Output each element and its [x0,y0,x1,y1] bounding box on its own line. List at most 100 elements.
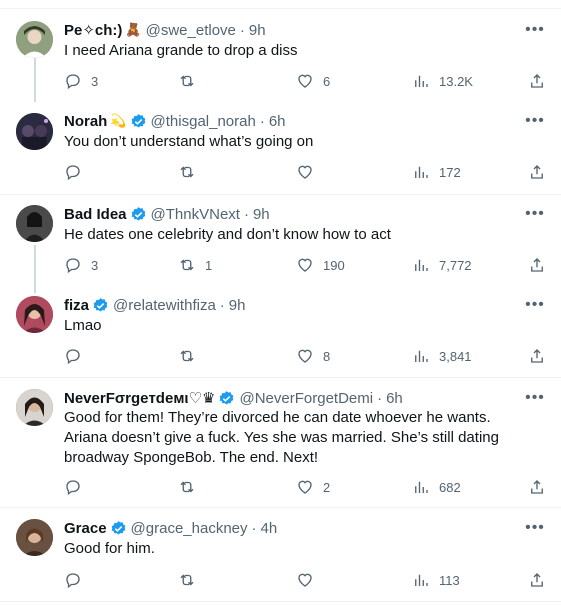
reply-button[interactable]: 3 [64,255,98,275]
retweet-button[interactable] [178,570,205,590]
like-button[interactable]: 8 [296,346,330,366]
more-icon[interactable]: ••• [525,111,545,131]
separator-dot: · [243,205,249,223]
user-handle[interactable]: @ThnkVNext [151,206,240,223]
name-emoji: 🧸 [125,22,142,37]
user-handle[interactable]: @NeverForgetDemi [239,390,373,407]
views-icon [415,481,428,493]
user-handle[interactable]: @swe_etlove [146,22,236,39]
display-name[interactable]: Pe✧ch:) [64,21,122,39]
retweet-button[interactable] [178,477,205,497]
timestamp[interactable]: 6h [386,390,403,407]
user-handle[interactable]: @thisgal_norah [151,113,256,130]
tweet-text: Good for him. [64,540,155,557]
like-count: 6 [323,73,331,89]
share-icon [531,480,543,494]
thread-line [34,58,36,102]
heart-icon [298,573,312,587]
views-button[interactable]: 113 [412,570,460,590]
retweet-icon [180,574,194,586]
display-name[interactable]: Bad Idea [64,206,127,223]
reply-button[interactable] [64,477,91,497]
reply-icon [66,573,80,589]
share-button[interactable] [528,162,546,182]
retweet-button[interactable]: 1 [178,255,212,275]
tweet-actions: 8 3,841 [56,346,556,366]
divider [0,377,561,378]
reply-icon [66,349,80,365]
separator-dot: · [251,519,257,537]
avatar[interactable] [16,21,53,58]
like-button[interactable]: 6 [296,71,330,91]
share-icon [531,258,543,272]
display-name[interactable]: Norah [64,113,107,130]
share-button[interactable] [528,477,546,497]
share-button[interactable] [528,71,546,91]
share-button[interactable] [528,255,546,275]
views-button[interactable]: 7,772 [412,255,472,275]
heart-icon [298,74,312,88]
tweet-header: Norah 💫 @thisgal_norah · 6h [64,111,286,131]
reply-icon [66,165,80,181]
like-button[interactable] [296,162,323,182]
retweet-count: 1 [205,257,213,273]
like-count: 8 [323,348,331,364]
avatar[interactable] [16,389,53,426]
tweet-header: Grace @grace_hackney · 4h [64,518,277,538]
views-button[interactable]: 682 [412,477,461,497]
display-name[interactable]: Grace [64,520,107,537]
reply-count: 3 [91,257,99,273]
reply-button[interactable]: 3 [64,71,98,91]
share-button[interactable] [528,346,546,366]
more-icon[interactable]: ••• [525,388,545,408]
more-icon[interactable]: ••• [525,518,545,538]
timestamp[interactable]: 6h [269,113,286,130]
timestamp[interactable]: 9h [229,297,246,314]
display-name[interactable]: fiza [64,297,89,314]
tweet-header: Bad Idea @ThnkVNext · 9h [64,204,270,224]
separator-dot: · [259,112,265,130]
tweet-text: Good for them! They’re divorced he can d… [64,409,499,466]
avatar[interactable] [16,113,53,150]
reply-button[interactable] [64,570,91,590]
like-button[interactable]: 2 [296,477,330,497]
heart-icon [298,480,312,494]
views-icon [415,166,428,178]
heart-icon [298,165,312,179]
views-icon [415,350,428,362]
avatar[interactable] [16,519,53,556]
like-button[interactable] [296,570,323,590]
retweet-button[interactable] [178,162,205,182]
views-button[interactable]: 172 [412,162,461,182]
user-handle[interactable]: @relatewithfiza [113,297,216,314]
verified-badge-icon [131,206,145,221]
thread-line [34,245,36,293]
timestamp[interactable]: 4h [261,520,278,537]
timestamp[interactable]: 9h [253,206,270,223]
reply-button[interactable] [64,162,91,182]
views-button[interactable]: 3,841 [412,346,472,366]
avatar[interactable] [16,205,53,242]
view-count: 3,841 [439,348,472,364]
feed-top-divider [0,8,561,9]
like-button[interactable]: 190 [296,255,345,275]
user-handle[interactable]: @grace_hackney [131,520,248,537]
reply-button[interactable] [64,346,91,366]
more-icon[interactable]: ••• [525,20,545,40]
retweet-button[interactable] [178,346,205,366]
verified-badge-icon [220,390,234,405]
share-button[interactable] [528,570,546,590]
divider [0,507,561,508]
tweet-text: I need Ariana grande to drop a diss [64,42,298,59]
more-icon[interactable]: ••• [525,295,545,315]
reply-feed: Pe✧ch:) 🧸 @swe_etlove · 9h ••• I need Ar… [0,0,561,606]
reply-icon [66,480,80,496]
display-name[interactable]: NeverFσrgeтdeмι♡♛ [64,389,215,407]
more-icon[interactable]: ••• [525,204,545,224]
timestamp[interactable]: 9h [249,22,266,39]
retweet-button[interactable] [178,71,205,91]
avatar[interactable] [16,296,53,333]
views-button[interactable]: 13.2K [412,71,473,91]
tweet-actions: 2 682 [56,477,556,497]
retweet-icon [180,350,194,362]
